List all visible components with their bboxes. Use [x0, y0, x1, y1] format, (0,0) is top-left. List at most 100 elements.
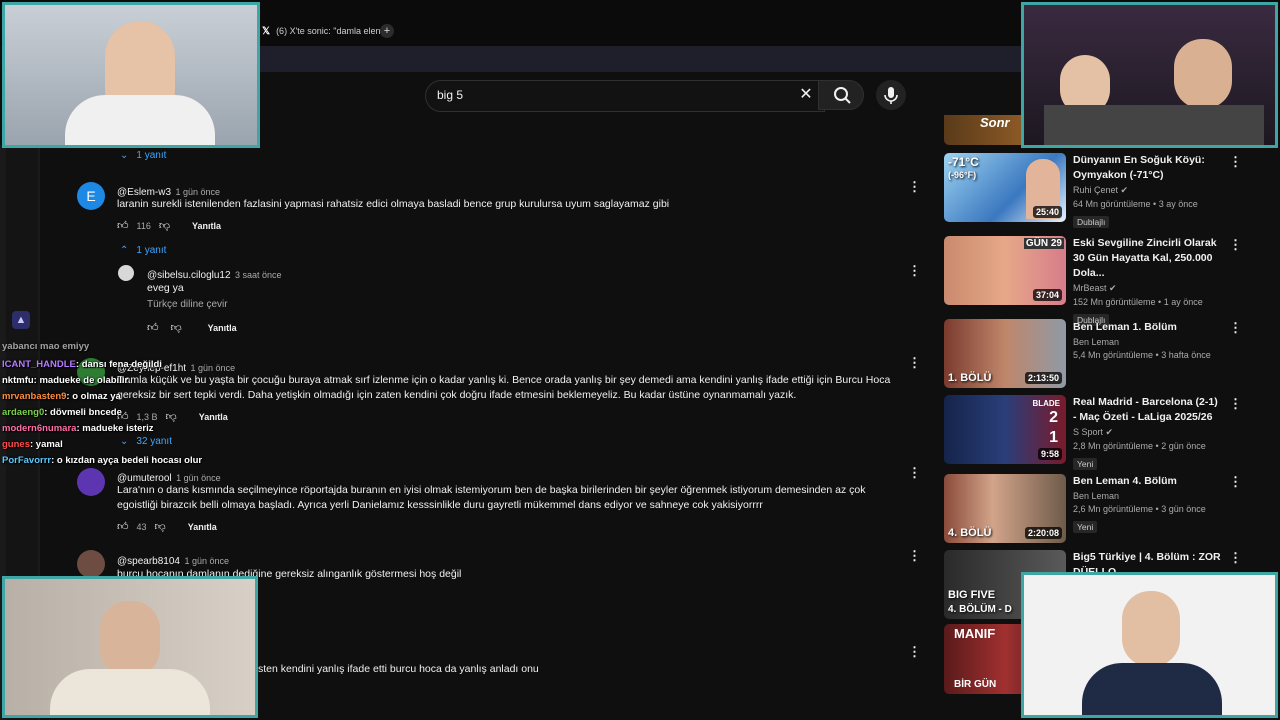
video-duration: 37:04: [1032, 289, 1062, 301]
video-channel[interactable]: Ruhi Çenet ✔: [1073, 185, 1223, 196]
video-meta: 152 Mn görüntüleme • 1 ay önce: [1073, 297, 1203, 307]
mic-button[interactable]: [876, 80, 906, 110]
chat-message: yabancı mao emiyy: [2, 341, 302, 353]
like-icon[interactable]: 👍︎: [117, 520, 129, 533]
video-info: Eski Sevgiline Zincirli Olarak 30 Gün Ha…: [1073, 236, 1223, 328]
video-channel[interactable]: Ben Leman: [1073, 337, 1223, 347]
avatar[interactable]: E: [77, 182, 105, 210]
replies-toggle-top[interactable]: ⌄ 1 yanıt: [120, 150, 166, 161]
video-duration: 9:58: [1037, 448, 1062, 460]
video-meta: 64 Mn görüntüleme • 3 ay önce: [1073, 199, 1198, 209]
video-info: Ben Leman 4. Bölüm Ben Leman 2,6 Mn görü…: [1073, 474, 1223, 535]
chevron-down-icon: ⌄: [120, 150, 129, 161]
chat-message: PorFavorrr: o kızdan ayça bedeli hocası …: [2, 455, 302, 466]
more-options-icon[interactable]: ⋮: [908, 180, 921, 194]
video-title[interactable]: Ben Leman 4. Bölüm: [1073, 474, 1223, 489]
video-thumbnail[interactable]: BLADE 2 1 9:58: [944, 395, 1066, 464]
video-thumbnail[interactable]: -71°C (-96°F) 25:40: [944, 153, 1066, 222]
more-options-icon[interactable]: ⋮: [1229, 397, 1242, 411]
dislike-icon[interactable]: 👎︎: [159, 219, 170, 232]
comment-text: Lara'nın o dans kısmında seçilmeyince rö…: [117, 484, 866, 511]
chat-user: gunes: [2, 439, 30, 450]
more-options-icon[interactable]: ⋮: [1229, 475, 1242, 489]
more-options-icon[interactable]: ⋮: [908, 549, 921, 563]
thumbnail-text: BLADE: [1032, 399, 1060, 408]
thumbnail-text: 1: [1049, 429, 1058, 446]
thumbnail-text: 1. BÖLÜ: [948, 372, 992, 384]
more-options-icon[interactable]: ⋮: [1229, 321, 1242, 335]
comment-author[interactable]: @spearb8104: [117, 556, 180, 567]
channel-name: S Sport: [1073, 427, 1104, 437]
like-icon[interactable]: 👍︎: [147, 321, 159, 334]
person-image: [50, 669, 210, 715]
video-duration: 2:13:50: [1024, 372, 1062, 384]
address-bar[interactable]: [260, 46, 1022, 72]
comment-time: 1 gün önce: [176, 473, 221, 483]
person-image: [1174, 39, 1232, 109]
comment-time: 1 gün önce: [184, 556, 229, 566]
video-channel[interactable]: MrBeast ✔: [1073, 283, 1223, 294]
more-options-icon[interactable]: ⋮: [908, 466, 921, 480]
dubbed-badge: Dublajlı: [1073, 216, 1110, 228]
channel-name: Ruhi Çenet: [1073, 185, 1119, 195]
avatar[interactable]: [77, 468, 105, 496]
more-options-icon[interactable]: ⋮: [908, 645, 921, 659]
video-duration: 25:40: [1032, 206, 1062, 218]
avatar[interactable]: [118, 265, 134, 281]
video-title[interactable]: Real Madrid - Barcelona (2-1) - Maç Özet…: [1073, 395, 1223, 425]
more-options-icon[interactable]: ⋮: [1229, 238, 1242, 252]
video-title[interactable]: Dünyanın En Soğuk Köyü: Oymyakon (-71°C): [1073, 153, 1223, 183]
person-image: [1122, 591, 1180, 667]
reply-actions: 👍︎ 👎︎ Yanıtla: [147, 321, 237, 334]
comment-actions: 👍︎ 43 👎︎ Yanıtla: [117, 520, 217, 533]
more-options-icon[interactable]: ⋮: [908, 356, 921, 370]
chat-text: : dövmeli bncede: [44, 407, 122, 418]
dislike-icon[interactable]: 👎︎: [171, 321, 182, 334]
reply-author[interactable]: @sibelsu.ciloglu12: [147, 270, 231, 281]
like-icon[interactable]: 👍︎: [117, 219, 129, 232]
avatar[interactable]: [77, 550, 105, 578]
reply-button[interactable]: Yanıtla: [188, 522, 217, 532]
video-title[interactable]: Ben Leman 1. Bölüm: [1073, 320, 1223, 335]
tab-title: (6) X'te sonic: "damla elen: [276, 26, 381, 36]
more-options-icon[interactable]: ⋮: [908, 264, 921, 278]
chat-user: PorFavorrr: [2, 455, 52, 466]
video-thumbnail[interactable]: 1. BÖLÜ 2:13:50: [944, 319, 1066, 388]
new-tab-button[interactable]: +: [380, 24, 394, 38]
app-launcher-icon[interactable]: ▲: [12, 311, 30, 329]
dislike-icon[interactable]: 👎︎: [155, 520, 166, 533]
reply-time: 3 saat önce: [234, 270, 282, 280]
video-title[interactable]: Eski Sevgiline Zincirli Olarak 30 Gün Ha…: [1073, 236, 1223, 281]
video-thumbnail[interactable]: GÜN 29 37:04: [944, 236, 1066, 305]
chat-message: nktmfu: madueke de olabilir: [2, 375, 302, 386]
verified-icon: ✔: [1120, 185, 1129, 195]
chat-overlay: yabancı mao emiyy ICANT_HANDLE: dansı fe…: [2, 341, 302, 466]
reply-button[interactable]: Yanıtla: [208, 323, 237, 333]
replies-toggle[interactable]: ⌃ 1 yanıt: [120, 245, 166, 256]
video-channel[interactable]: Ben Leman: [1073, 491, 1223, 501]
channel-name: MrBeast: [1073, 283, 1107, 293]
chat-user: nktmfu: [2, 375, 34, 386]
video-info: Real Madrid - Barcelona (2-1) - Maç Özet…: [1073, 395, 1223, 472]
comment-time: 1 gün önce: [175, 187, 221, 197]
webcam-top-right: [1021, 2, 1278, 148]
chat-user: modern6numara: [2, 423, 77, 434]
chat-text: mao emiyy: [40, 341, 90, 352]
video-meta: 2,6 Mn görüntüleme • 3 gün önce: [1073, 504, 1206, 514]
more-options-icon[interactable]: ⋮: [1229, 155, 1242, 169]
thumbnail-text: 4. BÖLÜM - D: [948, 604, 1012, 615]
translate-link[interactable]: Türkçe diline çevir: [147, 299, 228, 310]
thumbnail-text: Sonr: [980, 115, 1010, 130]
search-icon: [834, 87, 851, 104]
video-thumbnail[interactable]: 4. BÖLÜ 2:20:08: [944, 474, 1066, 543]
thumbnail-text: 4. BÖLÜ: [948, 527, 992, 539]
search-button[interactable]: [818, 80, 864, 110]
search-input[interactable]: [437, 87, 777, 103]
more-options-icon[interactable]: ⋮: [1229, 551, 1242, 565]
x-logo-icon: 𝕏: [262, 25, 271, 37]
close-icon[interactable]: ✕: [797, 86, 815, 104]
chat-user: mrvanbasten9: [2, 391, 67, 402]
reply-button[interactable]: Yanıtla: [192, 221, 221, 231]
video-channel[interactable]: S Sport ✔: [1073, 427, 1223, 438]
chat-text: : madueke de olabilir: [33, 375, 129, 386]
